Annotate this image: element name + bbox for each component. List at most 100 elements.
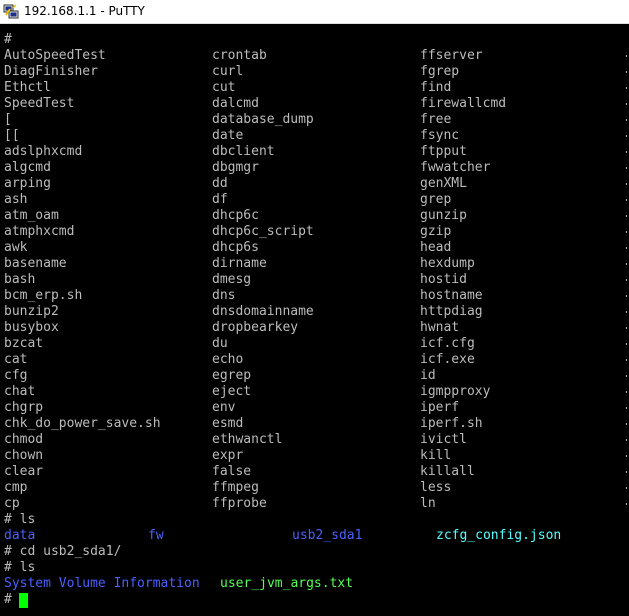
truncated-column-mark	[626, 279, 627, 281]
listing-entry: [	[4, 112, 12, 127]
ls-output-line: data fw usb2_sda1 zcfg_config.json	[0, 528, 629, 544]
truncated-column-mark	[626, 407, 627, 409]
listing-entry: dns	[212, 288, 236, 303]
listing-entry: arping	[4, 176, 51, 191]
listing-entry: dhcp6c	[212, 208, 259, 223]
truncated-column-mark	[626, 71, 627, 73]
listing-entry: ffprobe	[212, 496, 267, 511]
listing-entry: genXML	[420, 176, 467, 191]
truncated-column-mark	[626, 135, 627, 137]
listing-row: cat echo icf.exe	[0, 352, 629, 368]
truncated-column-mark	[626, 151, 627, 153]
listing-entry: chat	[4, 384, 36, 399]
listing-entry: dbgmgr	[212, 160, 259, 175]
command-text: # cd usb2_sda1/	[4, 544, 122, 559]
listing-entry: cp	[4, 496, 20, 511]
listing-row: cfg egrep id	[0, 368, 629, 384]
truncated-column-mark	[626, 391, 627, 393]
listing-entry: adslphxcmd	[4, 144, 83, 159]
terminal-line: # ls	[0, 512, 629, 528]
truncated-column-mark	[626, 295, 627, 297]
listing-row: bzcat du icf.cfg	[0, 336, 629, 352]
listing-entry: grep	[420, 192, 452, 207]
title-bar[interactable]: 192.168.1.1 - PuTTY	[0, 0, 629, 24]
listing-row: busybox dropbearkey hwnat	[0, 320, 629, 336]
listing-entry: AutoSpeedTest	[4, 48, 106, 63]
truncated-column-mark	[626, 167, 627, 169]
listing-entry: dirname	[212, 256, 267, 271]
directory-entry: System Volume Information	[4, 576, 200, 591]
prompt-text: #	[4, 32, 12, 47]
listing-row: ash df grep	[0, 192, 629, 208]
listing-entry: false	[212, 464, 252, 479]
listing-entry: dnsdomainname	[212, 304, 314, 319]
listing-entry: chown	[4, 448, 44, 463]
listing-row: bunzip2 dnsdomainname httpdiag	[0, 304, 629, 320]
listing-entry: iperf	[420, 400, 460, 415]
listing-row: awk dhcp6s head	[0, 240, 629, 256]
truncated-column-mark	[626, 199, 627, 201]
listing-entry: cat	[4, 352, 28, 367]
listing-entry: fwwatcher	[420, 160, 491, 175]
listing-row: cp ffprobe ln	[0, 496, 629, 512]
listing-entry: gunzip	[420, 208, 467, 223]
listing-entry: date	[212, 128, 244, 143]
listing-row: chmod ethwanctl ivictl	[0, 432, 629, 448]
truncated-column-mark	[626, 119, 627, 121]
listing-row: clear false killall	[0, 464, 629, 480]
truncated-column-mark	[626, 183, 627, 185]
listing-entry: bash	[4, 272, 36, 287]
terminal-area[interactable]: # AutoSpeedTest crontab ffserver DiagFinish…	[0, 24, 629, 616]
listing-entry: dd	[212, 176, 228, 191]
listing-entry: cut	[212, 80, 236, 95]
truncated-column-mark	[626, 487, 627, 489]
truncated-column-mark	[626, 455, 627, 457]
listing-row: basename dirname hexdump	[0, 256, 629, 272]
command-text: # ls	[4, 512, 36, 527]
listing-entry: httpdiag	[420, 304, 483, 319]
truncated-column-mark	[626, 439, 627, 441]
listing-entry: hwnat	[420, 320, 460, 335]
listing-row: bcm_erp.sh dns hostname	[0, 288, 629, 304]
truncated-column-mark	[626, 87, 627, 89]
listing-entry: ash	[4, 192, 28, 207]
truncated-column-mark	[626, 343, 627, 345]
terminal-line: #	[0, 32, 629, 48]
listing-entry: chgrp	[4, 400, 44, 415]
directory-entry: data	[4, 528, 36, 543]
listing-entry: hostid	[420, 272, 467, 287]
listing-entry: busybox	[4, 320, 59, 335]
listing-entry: SpeedTest	[4, 96, 75, 111]
truncated-column-mark	[626, 503, 627, 505]
listing-row: bash dmesg hostid	[0, 272, 629, 288]
listing-entry: id	[420, 368, 436, 383]
listing-entry: kill	[420, 448, 452, 463]
putty-window: 192.168.1.1 - PuTTY # AutoSpeedTest cront…	[0, 0, 629, 616]
listing-entry: clear	[4, 464, 44, 479]
truncated-column-mark	[626, 471, 627, 473]
listing-row: chown expr kill	[0, 448, 629, 464]
listing-entry: egrep	[212, 368, 252, 383]
listing-entry: icf.cfg	[420, 336, 475, 351]
truncated-column-mark	[626, 263, 627, 265]
listing-entry: killall	[420, 464, 475, 479]
listing-row: atm_oam dhcp6c gunzip	[0, 208, 629, 224]
truncated-column-mark	[626, 215, 627, 217]
truncated-column-mark	[626, 359, 627, 361]
listing-entry: less	[420, 480, 452, 495]
truncated-column-mark	[626, 247, 627, 249]
listing-entry: expr	[212, 448, 244, 463]
window-title: 192.168.1.1 - PuTTY	[24, 4, 145, 18]
listing-row: AutoSpeedTest crontab ffserver	[0, 48, 629, 64]
truncated-column-mark	[626, 231, 627, 233]
listing-entry: hexdump	[420, 256, 475, 271]
listing-entry: du	[212, 336, 228, 351]
listing-entry: dropbearkey	[212, 320, 299, 335]
listing-entry: Ethctl	[4, 80, 51, 95]
truncated-column-mark	[626, 423, 627, 425]
listing-entry: fgrep	[420, 64, 460, 79]
listing-entry: basename	[4, 256, 67, 271]
listing-entry: atm_oam	[4, 208, 59, 223]
listing-row: cmp ffmpeg less	[0, 480, 629, 496]
terminal-line: #	[0, 592, 629, 608]
